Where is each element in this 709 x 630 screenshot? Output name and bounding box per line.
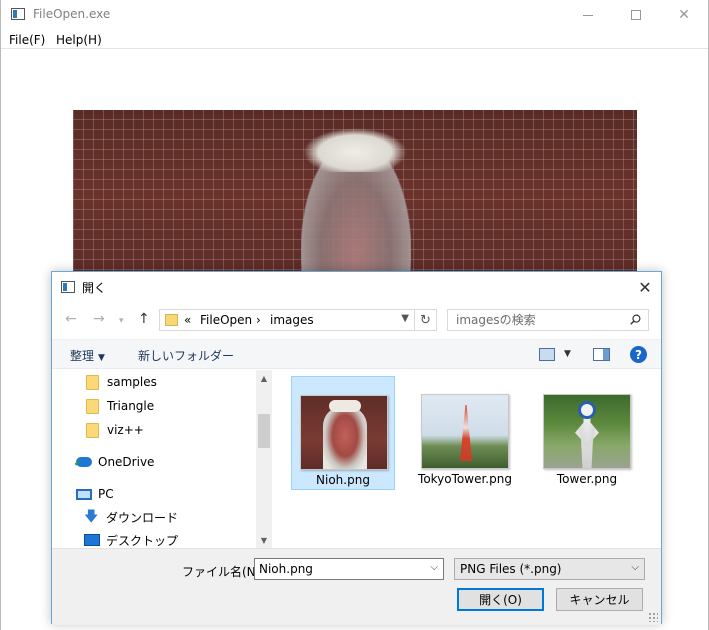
- desktop-icon: [84, 534, 100, 546]
- scrollbar-thumb[interactable]: [258, 414, 270, 448]
- nav-item-label: デスクトップ: [106, 533, 179, 548]
- help-icon[interactable]: ?: [630, 346, 647, 363]
- close-icon: ✕: [638, 277, 652, 297]
- menu-bar: File(F) Help(H): [1, 30, 708, 49]
- search-box[interactable]: [447, 309, 649, 331]
- nav-item-label: PC: [98, 487, 114, 501]
- maximize-button[interactable]: [613, 0, 659, 30]
- title-bar[interactable]: FileOpen.exe ✕: [1, 0, 708, 30]
- nav-item-desktop[interactable]: デスクトップ: [84, 530, 178, 548]
- image-thumbnail: [543, 394, 631, 469]
- file-item-nioh[interactable]: Nioh.png: [291, 376, 395, 490]
- command-bar: 整理 ▼ 新しいフォルダー ▼ ?: [52, 339, 661, 369]
- menu-help[interactable]: Help(H): [56, 33, 102, 47]
- onedrive-icon: [74, 457, 92, 468]
- chevron-down-icon: ▼: [98, 353, 105, 363]
- chevron-down-icon: ⌵: [631, 562, 639, 573]
- organize-label: 整理: [70, 349, 95, 363]
- nav-item-label: viz++: [107, 423, 144, 437]
- nav-item-label: ダウンロード: [106, 510, 179, 525]
- nav-item-pc[interactable]: PC: [76, 484, 114, 504]
- close-button[interactable]: ✕: [661, 0, 707, 30]
- new-folder-button[interactable]: 新しいフォルダー: [138, 347, 234, 364]
- minimize-icon: [583, 14, 593, 16]
- minimize-button[interactable]: [565, 0, 611, 30]
- nav-item-vizpp[interactable]: viz++: [86, 420, 144, 440]
- thumbnail-ring: [578, 401, 596, 419]
- chevron-down-icon[interactable]: ▼: [401, 313, 409, 324]
- app-icon: [11, 8, 25, 20]
- dialog-title: 開く: [82, 281, 107, 295]
- change-view-icon[interactable]: [539, 348, 555, 361]
- maximize-icon: [631, 10, 641, 20]
- folder-icon: [86, 374, 99, 390]
- thumbnail-crown: [329, 400, 361, 412]
- nav-item-label: OneDrive: [98, 455, 155, 469]
- image-thumbnail: [421, 394, 509, 469]
- resize-grip-icon[interactable]: [648, 612, 658, 622]
- nav-item-samples[interactable]: samples: [86, 372, 157, 392]
- filename-combobox[interactable]: ⌵: [254, 558, 444, 580]
- nav-item-label: samples: [107, 375, 157, 389]
- image-thumbnail: [300, 395, 388, 470]
- navigation-scrollbar[interactable]: ▲ ▼: [256, 370, 272, 548]
- back-arrow-icon[interactable]: ←: [65, 311, 77, 327]
- up-arrow-icon[interactable]: ↑: [138, 311, 150, 327]
- file-item-tokyotower[interactable]: TokyoTower.png: [413, 376, 517, 490]
- address-bar[interactable]: « FileOpen › images ▼: [159, 309, 415, 331]
- preview-pane-icon[interactable]: [593, 348, 610, 361]
- breadcrumb-fileopen[interactable]: FileOpen: [200, 313, 252, 327]
- breadcrumb-images[interactable]: images: [270, 313, 314, 327]
- download-icon: 🡇: [84, 509, 99, 525]
- open-button[interactable]: 開く(O): [457, 588, 544, 611]
- pc-icon: [76, 488, 92, 500]
- nav-item-triangle[interactable]: Triangle: [86, 396, 154, 416]
- nav-item-label: Triangle: [107, 399, 155, 413]
- dialog-title-bar[interactable]: 開く ✕: [52, 272, 661, 302]
- dialog-footer: ファイル名(N): ⌵ PNG Files (*.png) ⌵ 開く(O) キャ…: [52, 548, 661, 625]
- organize-button[interactable]: 整理 ▼: [70, 347, 105, 364]
- file-type-value: PNG Files (*.png): [460, 562, 562, 576]
- dialog-app-icon: [61, 281, 75, 293]
- file-name: TokyoTower.png: [418, 472, 512, 486]
- file-name: Tower.png: [556, 472, 618, 486]
- refresh-button[interactable]: ↻: [415, 309, 437, 331]
- chevron-down-icon[interactable]: ⌵: [430, 562, 438, 573]
- breadcrumb-overflow[interactable]: «: [184, 313, 191, 327]
- filename-label: ファイル名(N):: [182, 565, 265, 579]
- file-item-tower[interactable]: Tower.png: [535, 376, 639, 490]
- close-icon: ✕: [678, 7, 690, 23]
- search-input[interactable]: [456, 312, 616, 328]
- file-name: Nioh.png: [316, 473, 370, 487]
- cancel-button[interactable]: キャンセル: [556, 588, 643, 611]
- breadcrumb-separator[interactable]: ›: [256, 313, 261, 327]
- open-file-dialog: 開く ✕ ← → ▾ ↑ « FileOpen › images ▼ ↻ 整理▼…: [51, 271, 662, 625]
- dialog-close-button[interactable]: ✕: [629, 272, 661, 302]
- view-options-chevron-icon[interactable]: ▼: [564, 349, 571, 359]
- scroll-down-icon[interactable]: ▼: [256, 532, 272, 548]
- navigation-pane: samples Triangle viz++ OneDrive PC 🡇 ダウン…: [52, 370, 272, 548]
- displayed-image: [73, 110, 637, 280]
- scroll-up-icon[interactable]: ▲: [256, 370, 272, 386]
- folder-icon: [165, 314, 178, 326]
- thumbnail-statue: [323, 406, 367, 469]
- refresh-icon: ↻: [420, 312, 431, 328]
- nav-item-downloads[interactable]: 🡇 ダウンロード: [84, 507, 178, 527]
- filename-field[interactable]: [259, 561, 419, 577]
- file-list-view: Nioh.png TokyoTower.png Tower.png: [274, 370, 661, 548]
- forward-arrow-icon[interactable]: →: [93, 311, 105, 327]
- statue-crown: [303, 128, 407, 172]
- recent-locations-chevron-icon[interactable]: ▾: [119, 316, 124, 326]
- thumbnail-tower: [460, 405, 472, 461]
- folder-icon: [86, 422, 99, 438]
- search-icon[interactable]: [630, 314, 641, 325]
- menu-file[interactable]: File(F): [9, 33, 45, 47]
- nav-item-onedrive[interactable]: OneDrive: [74, 452, 155, 472]
- window-title: FileOpen.exe: [33, 7, 111, 21]
- folder-icon: [86, 398, 99, 414]
- file-type-select[interactable]: PNG Files (*.png) ⌵: [454, 558, 645, 580]
